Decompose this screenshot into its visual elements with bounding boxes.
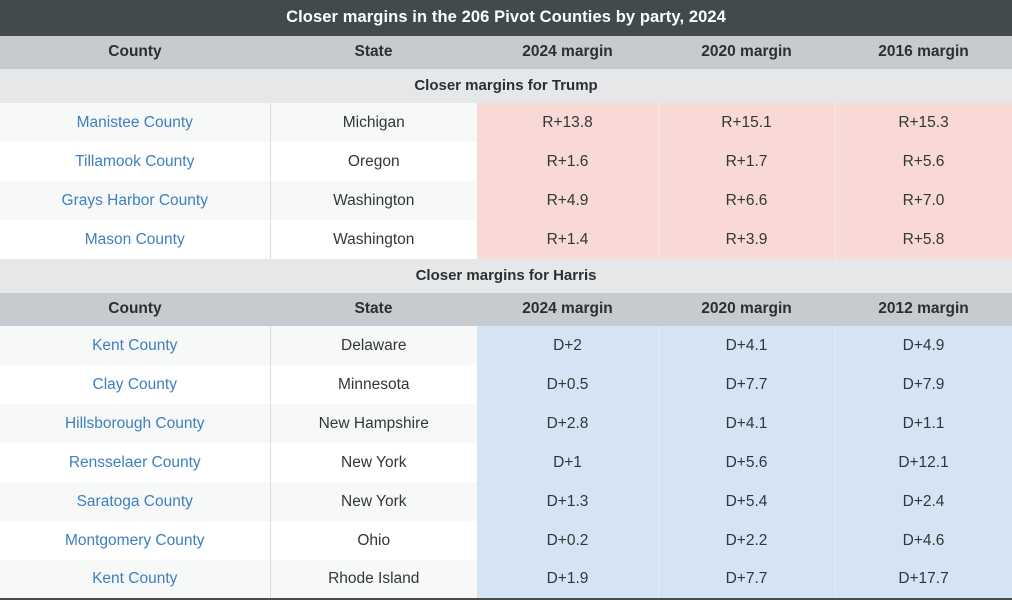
- cell-margin-2012: D+4.9: [835, 326, 1012, 365]
- cell-county[interactable]: Grays Harbor County: [0, 181, 271, 220]
- cell-state: New York: [270, 482, 477, 521]
- cell-margin-2020: D+2.2: [658, 521, 835, 560]
- column-header-margin-2012[interactable]: 2012 margin: [835, 293, 1012, 326]
- cell-margin-2020: D+7.7: [658, 560, 835, 600]
- table-head: Closer margins in the 206 Pivot Counties…: [0, 0, 1012, 103]
- cell-margin-2024: R+4.9: [477, 181, 658, 220]
- column-header-margin-2020[interactable]: 2020 margin: [658, 36, 835, 69]
- cell-margin-2024: D+1: [477, 443, 658, 482]
- cell-county[interactable]: Mason County: [0, 220, 271, 259]
- cell-margin-2020: D+5.6: [658, 443, 835, 482]
- table-row: Grays Harbor County Washington R+4.9 R+6…: [0, 181, 1012, 220]
- table-row: Rensselaer County New York D+1 D+5.6 D+1…: [0, 443, 1012, 482]
- cell-margin-2020: D+4.1: [658, 404, 835, 443]
- cell-margin-2012: D+12.1: [835, 443, 1012, 482]
- table-title: Closer margins in the 206 Pivot Counties…: [0, 0, 1012, 36]
- cell-margin-2012: D+17.7: [835, 560, 1012, 600]
- section-header-row-trump: Closer margins for Trump: [0, 69, 1012, 103]
- cell-margin-2012: D+2.4: [835, 482, 1012, 521]
- table-row: Tillamook County Oregon R+1.6 R+1.7 R+5.…: [0, 142, 1012, 181]
- cell-county[interactable]: Clay County: [0, 365, 271, 404]
- cell-margin-2016: R+15.3: [835, 103, 1012, 142]
- cell-margin-2016: R+7.0: [835, 181, 1012, 220]
- cell-margin-2024: D+2.8: [477, 404, 658, 443]
- cell-county[interactable]: Montgomery County: [0, 521, 271, 560]
- table-row: Montgomery County Ohio D+0.2 D+2.2 D+4.6: [0, 521, 1012, 560]
- cell-county[interactable]: Kent County: [0, 326, 271, 365]
- table-row: Manistee County Michigan R+13.8 R+15.1 R…: [0, 103, 1012, 142]
- column-header-row-trump: County State 2024 margin 2020 margin 201…: [0, 36, 1012, 69]
- table-row: Hillsborough County New Hampshire D+2.8 …: [0, 404, 1012, 443]
- cell-margin-2020: R+15.1: [658, 103, 835, 142]
- cell-state: New Hampshire: [270, 404, 477, 443]
- column-header-state[interactable]: State: [270, 293, 477, 326]
- table-row: Kent County Rhode Island D+1.9 D+7.7 D+1…: [0, 560, 1012, 600]
- cell-margin-2024: D+1.3: [477, 482, 658, 521]
- table-row: Kent County Delaware D+2 D+4.1 D+4.9: [0, 326, 1012, 365]
- cell-state: New York: [270, 443, 477, 482]
- cell-state: Rhode Island: [270, 560, 477, 600]
- cell-margin-2024: D+0.2: [477, 521, 658, 560]
- cell-margin-2020: D+4.1: [658, 326, 835, 365]
- section-heading-trump: Closer margins for Trump: [0, 69, 1012, 103]
- cell-state: Oregon: [270, 142, 477, 181]
- cell-margin-2020: D+5.4: [658, 482, 835, 521]
- cell-margin-2020: R+6.6: [658, 181, 835, 220]
- cell-margin-2024: R+1.4: [477, 220, 658, 259]
- cell-county[interactable]: Saratoga County: [0, 482, 271, 521]
- table-row: Mason County Washington R+1.4 R+3.9 R+5.…: [0, 220, 1012, 259]
- cell-county[interactable]: Rensselaer County: [0, 443, 271, 482]
- column-header-row-harris: County State 2024 margin 2020 margin 201…: [0, 293, 1012, 326]
- cell-state: Ohio: [270, 521, 477, 560]
- cell-margin-2020: D+7.7: [658, 365, 835, 404]
- column-header-county[interactable]: County: [0, 36, 270, 69]
- column-header-margin-2016[interactable]: 2016 margin: [835, 36, 1012, 69]
- cell-margin-2024: D+0.5: [477, 365, 658, 404]
- pivot-counties-table: Closer margins in the 206 Pivot Counties…: [0, 0, 1012, 600]
- cell-state: Washington: [270, 220, 477, 259]
- cell-county[interactable]: Tillamook County: [0, 142, 271, 181]
- section-head-harris: Closer margins for Harris County State 2…: [0, 259, 1012, 326]
- column-header-county[interactable]: County: [0, 293, 270, 326]
- cell-state: Minnesota: [270, 365, 477, 404]
- cell-margin-2012: D+1.1: [835, 404, 1012, 443]
- cell-margin-2016: R+5.6: [835, 142, 1012, 181]
- column-header-margin-2020[interactable]: 2020 margin: [658, 293, 835, 326]
- section-header-row-harris: Closer margins for Harris: [0, 259, 1012, 293]
- table-row: Saratoga County New York D+1.3 D+5.4 D+2…: [0, 482, 1012, 521]
- cell-margin-2012: D+7.9: [835, 365, 1012, 404]
- cell-county[interactable]: Kent County: [0, 560, 271, 600]
- cell-county[interactable]: Manistee County: [0, 103, 271, 142]
- cell-margin-2012: D+4.6: [835, 521, 1012, 560]
- table-title-row: Closer margins in the 206 Pivot Counties…: [0, 0, 1012, 36]
- cell-state: Washington: [270, 181, 477, 220]
- cell-margin-2024: D+2: [477, 326, 658, 365]
- column-header-margin-2024[interactable]: 2024 margin: [477, 36, 658, 69]
- cell-margin-2024: D+1.9: [477, 560, 658, 600]
- cell-margin-2024: R+13.8: [477, 103, 658, 142]
- cell-state: Michigan: [270, 103, 477, 142]
- column-header-state[interactable]: State: [270, 36, 477, 69]
- section-body-harris: Kent County Delaware D+2 D+4.1 D+4.9 Cla…: [0, 326, 1012, 600]
- section-body-trump: Manistee County Michigan R+13.8 R+15.1 R…: [0, 103, 1012, 259]
- section-heading-harris: Closer margins for Harris: [0, 259, 1012, 293]
- column-header-margin-2024[interactable]: 2024 margin: [477, 293, 658, 326]
- cell-margin-2024: R+1.6: [477, 142, 658, 181]
- pivot-counties-table-container: Closer margins in the 206 Pivot Counties…: [0, 0, 1012, 600]
- cell-margin-2020: R+3.9: [658, 220, 835, 259]
- cell-margin-2020: R+1.7: [658, 142, 835, 181]
- cell-margin-2016: R+5.8: [835, 220, 1012, 259]
- cell-state: Delaware: [270, 326, 477, 365]
- table-row: Clay County Minnesota D+0.5 D+7.7 D+7.9: [0, 365, 1012, 404]
- cell-county[interactable]: Hillsborough County: [0, 404, 271, 443]
